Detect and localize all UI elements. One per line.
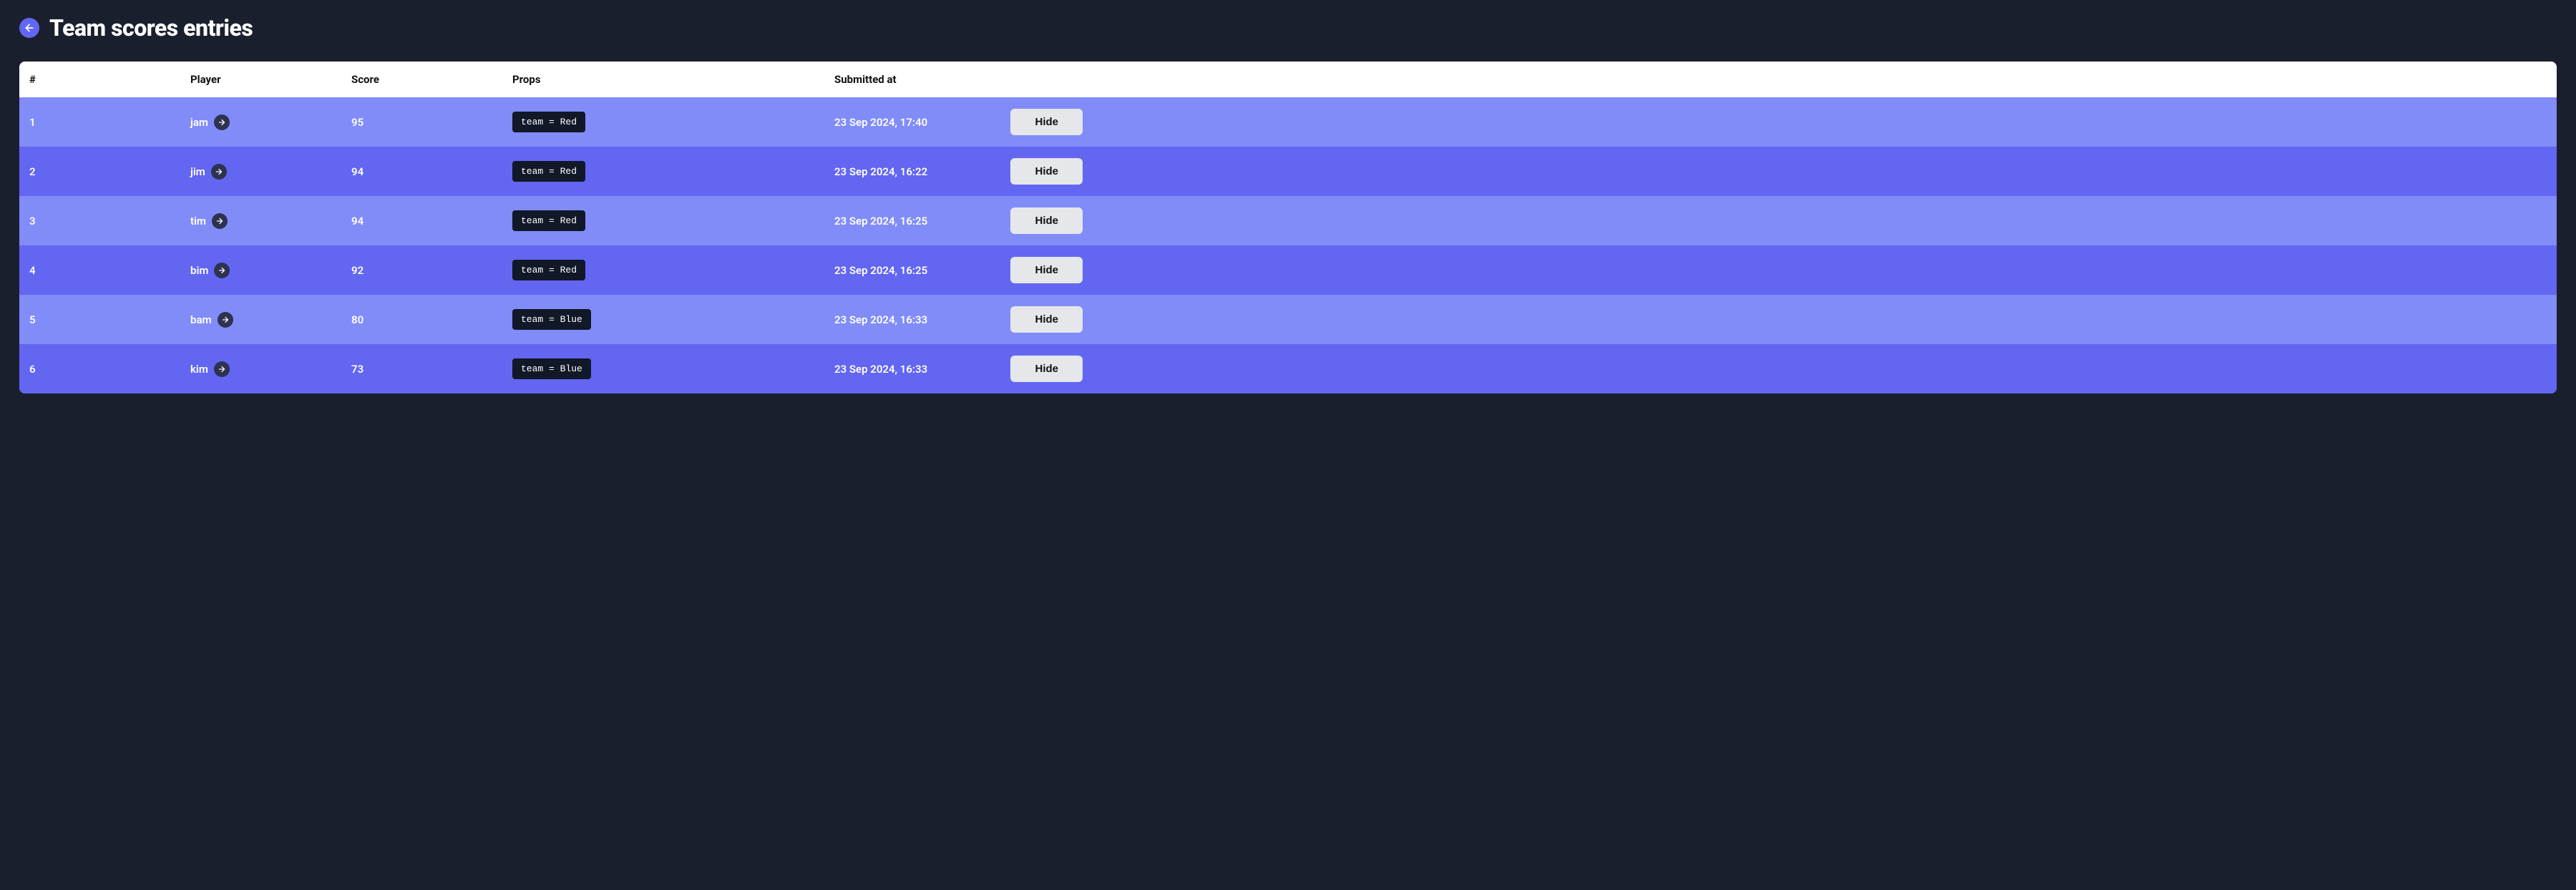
player-name: bim <box>190 264 208 277</box>
submitted-cell: 23 Sep 2024, 16:25 <box>824 253 1000 288</box>
rank-cell: 6 <box>19 351 180 387</box>
arrow-left-icon <box>24 22 35 34</box>
player-name: tim <box>190 215 206 228</box>
props-badge: team = Blue <box>512 309 591 330</box>
table-row: 5 bam 80 team = Blue 23 Sep 2024, 16:33 Hide <box>19 295 2557 344</box>
player-detail-button[interactable] <box>212 213 228 229</box>
hide-button[interactable]: Hide <box>1010 257 1083 283</box>
hide-button[interactable]: Hide <box>1010 158 1083 185</box>
hide-button[interactable]: Hide <box>1010 306 1083 333</box>
player-name: jam <box>190 116 208 129</box>
player-detail-button[interactable] <box>214 361 230 377</box>
table-row: 3 tim 94 team = Red 23 Sep 2024, 16:25 Hide <box>19 196 2557 245</box>
table-row: 4 bim 92 team = Red 23 Sep 2024, 16:25 Hide <box>19 245 2557 295</box>
props-badge: team = Red <box>512 260 585 280</box>
table-row: 1 jam 95 team = Red 23 Sep 2024, 17:40 Hide <box>19 97 2557 147</box>
props-cell: team = Red <box>502 100 824 144</box>
col-header-submitted: Submitted at <box>824 62 1000 97</box>
player-name: jim <box>190 165 205 178</box>
table-header-row: # Player Score Props Submitted at <box>19 62 2557 97</box>
rank-cell: 1 <box>19 104 180 140</box>
scores-table: # Player Score Props Submitted at 1 jam 95… <box>19 62 2557 393</box>
action-cell: Hide <box>1000 295 1093 344</box>
action-cell: Hide <box>1000 196 1093 245</box>
submitted-cell: 23 Sep 2024, 16:22 <box>824 154 1000 190</box>
player-detail-button[interactable] <box>214 263 230 278</box>
score-cell: 94 <box>341 203 502 239</box>
score-cell: 92 <box>341 253 502 288</box>
rank-cell: 5 <box>19 302 180 338</box>
col-header-score: Score <box>341 62 502 97</box>
arrow-right-icon <box>218 365 226 373</box>
props-badge: team = Blue <box>512 358 591 379</box>
submitted-cell: 23 Sep 2024, 16:25 <box>824 203 1000 239</box>
back-button[interactable] <box>19 18 39 38</box>
score-cell: 73 <box>341 351 502 387</box>
arrow-right-icon <box>215 217 224 225</box>
hide-button[interactable]: Hide <box>1010 356 1083 382</box>
props-cell: team = Blue <box>502 298 824 341</box>
props-cell: team = Red <box>502 248 824 292</box>
col-header-rank: # <box>19 62 180 97</box>
player-cell: jam <box>180 103 341 142</box>
action-cell: Hide <box>1000 147 1093 196</box>
table-row: 6 kim 73 team = Blue 23 Sep 2024, 16:33 Hide <box>19 344 2557 393</box>
action-cell: Hide <box>1000 97 1093 147</box>
player-cell: jim <box>180 152 341 191</box>
action-cell: Hide <box>1000 245 1093 295</box>
player-name: bam <box>190 313 212 326</box>
player-cell: tim <box>180 202 341 240</box>
player-detail-button[interactable] <box>211 164 227 180</box>
arrow-right-icon <box>218 118 226 127</box>
col-header-action <box>1000 62 1093 97</box>
props-cell: team = Red <box>502 150 824 193</box>
score-cell: 94 <box>341 154 502 190</box>
score-cell: 95 <box>341 104 502 140</box>
table-row: 2 jim 94 team = Red 23 Sep 2024, 16:22 Hide <box>19 147 2557 196</box>
hide-button[interactable]: Hide <box>1010 207 1083 234</box>
submitted-cell: 23 Sep 2024, 17:40 <box>824 104 1000 140</box>
props-cell: team = Red <box>502 199 824 243</box>
player-cell: bim <box>180 251 341 290</box>
score-cell: 80 <box>341 302 502 338</box>
props-badge: team = Red <box>512 161 585 182</box>
player-detail-button[interactable] <box>214 114 230 130</box>
player-name: kim <box>190 363 208 376</box>
rank-cell: 3 <box>19 203 180 239</box>
action-cell: Hide <box>1000 344 1093 393</box>
props-cell: team = Blue <box>502 347 824 391</box>
rank-cell: 4 <box>19 253 180 288</box>
page-header: Team scores entries <box>19 14 2557 41</box>
submitted-cell: 23 Sep 2024, 16:33 <box>824 302 1000 338</box>
table-body: 1 jam 95 team = Red 23 Sep 2024, 17:40 Hide 2j… <box>19 97 2557 393</box>
player-detail-button[interactable] <box>218 312 233 328</box>
rank-cell: 2 <box>19 154 180 190</box>
player-cell: bam <box>180 300 341 339</box>
arrow-right-icon <box>215 167 223 176</box>
player-cell: kim <box>180 350 341 388</box>
col-header-player: Player <box>180 62 341 97</box>
arrow-right-icon <box>218 266 226 275</box>
arrow-right-icon <box>221 316 230 324</box>
hide-button[interactable]: Hide <box>1010 109 1083 135</box>
submitted-cell: 23 Sep 2024, 16:33 <box>824 351 1000 387</box>
props-badge: team = Red <box>512 210 585 231</box>
col-header-props: Props <box>502 62 824 97</box>
page-title: Team scores entries <box>49 14 253 41</box>
props-badge: team = Red <box>512 112 585 132</box>
